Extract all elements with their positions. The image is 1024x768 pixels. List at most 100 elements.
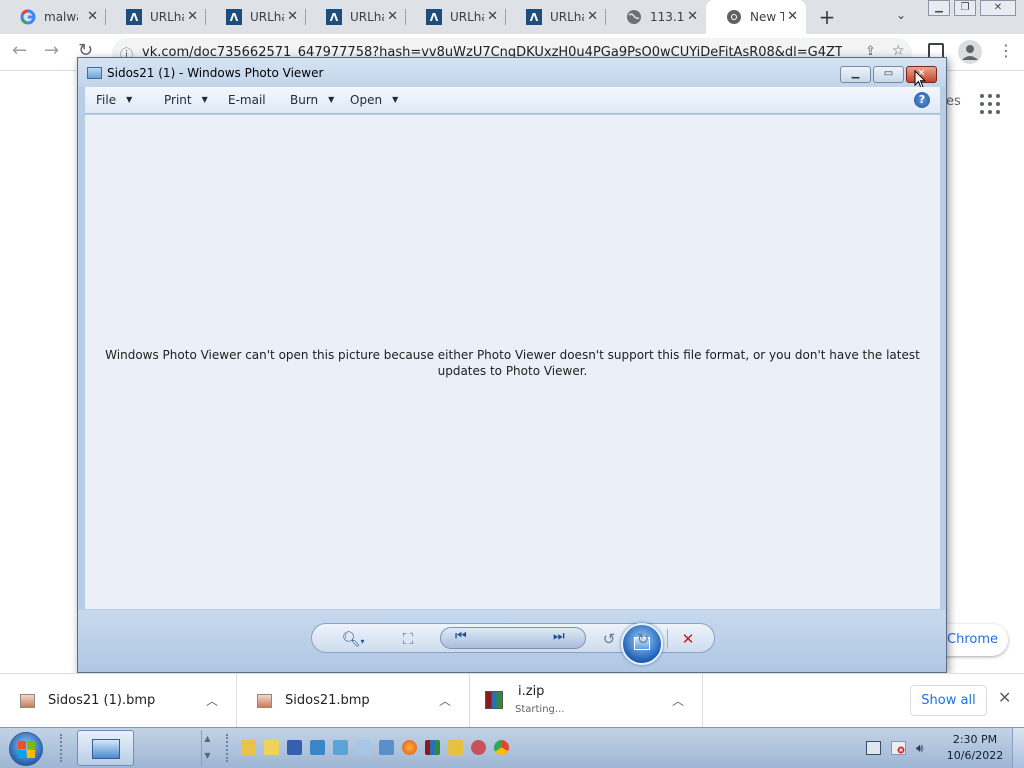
show-all-downloads-button[interactable]: Show all [910,685,987,716]
tab-urlhaus-5[interactable]: Λ URLha ✕ [506,0,606,34]
menu-burn[interactable]: Burn ▼ [290,93,334,107]
taskbar-scroll-buttons[interactable]: ▲ ▼ [201,730,213,766]
tab-title: malwa [44,10,78,24]
photo-viewer-titlebar[interactable]: Sidos21 (1) - Windows Photo Viewer ▁ ▭ ✕ [78,58,946,89]
taskbar-photo-viewer-button[interactable] [77,730,134,766]
urlhaus-icon: Λ [426,9,442,25]
menu-print[interactable]: Print ▼ [164,93,208,107]
next-icon[interactable]: ⏭ [553,629,565,644]
chrome-taskbar-icon[interactable] [494,740,509,755]
dropdown-caret-icon: ▼ [328,95,335,104]
navigation-group: ⏮ ⏭ [440,623,663,665]
tab-ip-address[interactable]: 113.11 ✕ [606,0,706,34]
back-arrow-icon[interactable]: ← [12,41,27,61]
volume-icon[interactable]: 🔊︎ [916,741,931,755]
actual-size-icon[interactable]: ⛶ [398,630,418,648]
tab-title: URLha [150,10,184,24]
bmp-file-icon [20,694,35,708]
download-item[interactable]: Sidos21.bmp ︿ [237,674,470,728]
photo-viewer-app-icon [92,739,120,759]
chevron-up-icon[interactable]: ︿ [439,692,451,709]
urlhaus-icon: Λ [526,9,542,25]
photo-viewer-menubar: File ▼ Print ▼ E-mail Burn ▼ Open ▼ ? [85,87,940,114]
tab-close-icon[interactable]: ✕ [687,9,698,25]
tab-urlhaus-3[interactable]: Λ URLha ✕ [306,0,406,34]
new-tab-plus-icon[interactable]: + [816,6,838,28]
tab-title: URLha [550,10,584,24]
rotate-counterclockwise-icon[interactable]: ↺ [599,630,619,648]
tab-close-icon[interactable]: ✕ [187,9,198,25]
folder-icon[interactable] [241,740,256,755]
forward-arrow-icon[interactable]: → [44,41,59,61]
network-status-icon[interactable] [866,741,881,755]
chrome-menu-icon[interactable]: ⋮ [998,41,1014,60]
download-filename: i.zip [518,684,545,699]
previous-icon[interactable]: ⏮ [455,629,467,644]
menu-email-label: E-mail [228,93,266,107]
control-panel-icon[interactable] [287,740,302,755]
globe-icon [626,9,642,25]
tab-close-icon[interactable]: ✕ [587,9,598,25]
urlhaus-icon: Λ [326,9,342,25]
dropdown-caret-icon: ▼ [126,95,133,104]
image-display-area: Windows Photo Viewer can't open this pic… [85,115,940,609]
minimize-button[interactable]: ▁ [840,66,871,83]
tab-search-chevron-icon[interactable]: ⌄ [896,8,906,22]
menu-open[interactable]: Open ▼ [350,93,398,107]
menu-open-label: Open [350,93,383,107]
bmp-file-icon [257,694,272,708]
windows-taskbar: ▲ ▼ 🔊︎ 2:30 PM 10/6/2022 [0,727,1024,768]
help-icon[interactable]: ? [914,92,930,108]
chrome-close-button[interactable]: ✕ [980,0,1016,16]
photo-viewer-controls: 🔍︎▾ ⛶ ⏮ ⏭ ↺ ↻ ✕ [78,610,946,672]
zoom-icon[interactable]: 🔍︎▾ [338,630,368,648]
quicklaunch-grip [226,734,232,762]
tab-new-tab[interactable]: New T ✕ [706,0,806,34]
tab-title: URLha [350,10,384,24]
gmail-images-link-fragment[interactable]: es [946,94,961,109]
archive-icon[interactable] [448,740,463,755]
clock-date: 10/6/2022 [946,749,1004,762]
firefox-icon[interactable] [402,740,417,755]
tab-close-icon[interactable]: ✕ [87,9,98,25]
display-icon[interactable] [379,740,394,755]
maximize-button[interactable]: ▭ [873,66,904,83]
rotate-clockwise-icon[interactable]: ↻ [633,630,653,648]
customize-chrome-label: Chrome [947,632,998,647]
download-item[interactable]: Sidos21 (1).bmp ︿ [0,674,237,728]
chevron-up-icon[interactable]: ︿ [672,692,684,709]
network-icon[interactable] [310,740,325,755]
delete-icon[interactable]: ✕ [678,630,698,648]
notes-icon[interactable] [264,740,279,755]
show-desktop-button[interactable] [1012,728,1024,768]
tab-urlhaus-1[interactable]: Λ URLha ✕ [106,0,206,34]
profile-avatar-icon[interactable] [958,40,982,64]
menu-email[interactable]: E-mail [228,93,266,107]
media-icon[interactable] [471,740,486,755]
action-center-flag-icon[interactable] [891,741,906,755]
tab-urlhaus-2[interactable]: Λ URLha ✕ [206,0,306,34]
winrar-icon[interactable] [425,740,440,755]
tab-malware-search[interactable]: malwa ✕ [0,0,106,34]
controls-pill: 🔍︎▾ ⛶ ⏮ ⏭ ↺ ↻ ✕ [311,623,715,665]
download-status: Starting... [515,704,565,715]
customize-chrome-button[interactable]: Chrome [940,624,1008,656]
chrome-restore-button[interactable]: ❐ [954,0,976,16]
chevron-up-icon[interactable]: ︿ [206,692,218,709]
start-button[interactable] [9,732,43,766]
chrome-minimize-button[interactable]: ▁ [928,0,950,16]
download-item[interactable]: i.zip Starting... ︿ [470,674,703,728]
close-downloads-bar-icon[interactable]: ✕ [998,688,1011,707]
tab-urlhaus-4[interactable]: Λ URLha ✕ [406,0,506,34]
system-clock[interactable]: 2:30 PM 10/6/2022 [944,732,1006,764]
zip-archive-icon [485,691,503,709]
tab-close-icon[interactable]: ✕ [487,9,498,25]
tab-close-icon[interactable]: ✕ [387,9,398,25]
computer-icon[interactable] [333,740,348,755]
browser-tab-strip: malwa ✕ Λ URLha ✕ Λ URLha ✕ Λ URLha ✕ Λ … [0,0,1024,34]
apps-grid-icon[interactable] [980,94,1000,114]
tab-close-icon[interactable]: ✕ [287,9,298,25]
tab-close-icon[interactable]: ✕ [787,9,798,25]
menu-file[interactable]: File ▼ [96,93,132,107]
recycle-bin-icon[interactable] [356,740,371,755]
